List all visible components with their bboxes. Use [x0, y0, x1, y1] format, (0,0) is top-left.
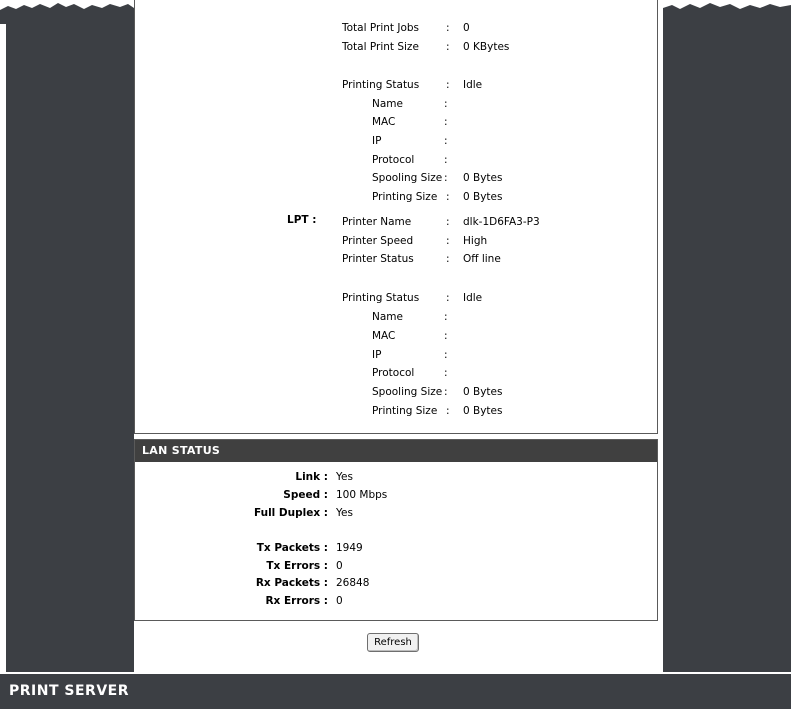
separator: :	[444, 116, 448, 128]
lpt-job-protocol-label: Protocol	[372, 367, 415, 379]
separator: :	[446, 235, 450, 247]
lan-status-header: LAN STATUS	[135, 440, 657, 462]
separator: :	[444, 135, 448, 147]
tx-errors-label: Tx Errors :	[266, 560, 328, 572]
printing-status-label: Printing Status	[342, 79, 420, 91]
full-duplex-value: Yes	[336, 507, 353, 519]
rx-packets-label: Rx Packets :	[255, 577, 328, 589]
separator: :	[444, 311, 448, 323]
speed-label: Speed :	[283, 489, 328, 501]
printer-name-value: dlk-1D6FA3-P3	[463, 216, 540, 228]
printer-speed-value: High	[463, 235, 488, 247]
refresh-button[interactable]: Refresh	[367, 633, 419, 652]
link-value: Yes	[336, 471, 353, 483]
printing-size-label: Printing Size	[372, 191, 438, 203]
lpt-printing-status-value: Idle	[463, 292, 483, 304]
separator: :	[446, 253, 450, 265]
separator: :	[446, 41, 450, 53]
printer-speed-label: Printer Speed	[342, 235, 414, 247]
total-print-size-label: Total Print Size	[342, 41, 419, 53]
separator: :	[446, 292, 450, 304]
tx-packets-label: Tx Packets :	[256, 542, 328, 554]
separator: :	[446, 405, 450, 417]
separator: :	[446, 79, 450, 91]
separator: :	[444, 367, 448, 379]
separator: :	[446, 216, 450, 228]
total-print-size-value: 0 KBytes	[463, 41, 510, 53]
total-print-jobs-value: 0	[463, 22, 470, 34]
footer-title-bar: PRINT SERVER	[0, 674, 791, 709]
full-duplex-label: Full Duplex :	[253, 507, 328, 519]
lpt-spooling-size-value: 0 Bytes	[463, 386, 503, 398]
lpt-job-ip-label: IP	[372, 349, 382, 361]
job-protocol-label: Protocol	[372, 154, 415, 166]
spooling-size-label: Spooling Size	[372, 172, 443, 184]
lpt-port-label: LPT :	[287, 214, 317, 226]
separator: :	[444, 349, 448, 361]
separator: :	[444, 98, 448, 110]
job-name-label: Name	[372, 98, 403, 110]
separator: :	[446, 191, 450, 203]
separator: :	[444, 330, 448, 342]
left-sidebar	[6, 12, 134, 672]
spooling-size-value: 0 Bytes	[463, 172, 503, 184]
rx-errors-value: 0	[336, 595, 343, 607]
lan-status-panel: LAN STATUS	[134, 439, 658, 621]
separator: :	[444, 154, 448, 166]
speed-value: 100 Mbps	[336, 489, 388, 501]
tx-errors-value: 0	[336, 560, 343, 572]
lpt-spooling-size-label: Spooling Size	[372, 386, 443, 398]
lpt-job-mac-label: MAC	[372, 330, 396, 342]
tx-packets-value: 1949	[336, 542, 363, 554]
lpt-printing-size-label: Printing Size	[372, 405, 438, 417]
separator: :	[444, 386, 448, 398]
printing-size-value: 0 Bytes	[463, 191, 503, 203]
separator: :	[446, 22, 450, 34]
right-sidebar	[663, 12, 791, 672]
printer-status-value: Off line	[463, 253, 501, 265]
separator: :	[444, 172, 448, 184]
printing-status-value: Idle	[463, 79, 483, 91]
link-label: Link :	[295, 471, 328, 483]
rx-packets-value: 26848	[336, 577, 370, 589]
job-mac-label: MAC	[372, 116, 396, 128]
lpt-printing-status-label: Printing Status	[342, 292, 420, 304]
printer-status-label: Printer Status	[342, 253, 414, 265]
lpt-job-name-label: Name	[372, 311, 403, 323]
total-print-jobs-label: Total Print Jobs	[342, 22, 420, 34]
printer-name-label: Printer Name	[342, 216, 412, 228]
lpt-printing-size-value: 0 Bytes	[463, 405, 503, 417]
rx-errors-label: Rx Errors :	[265, 595, 328, 607]
job-ip-label: IP	[372, 135, 382, 147]
